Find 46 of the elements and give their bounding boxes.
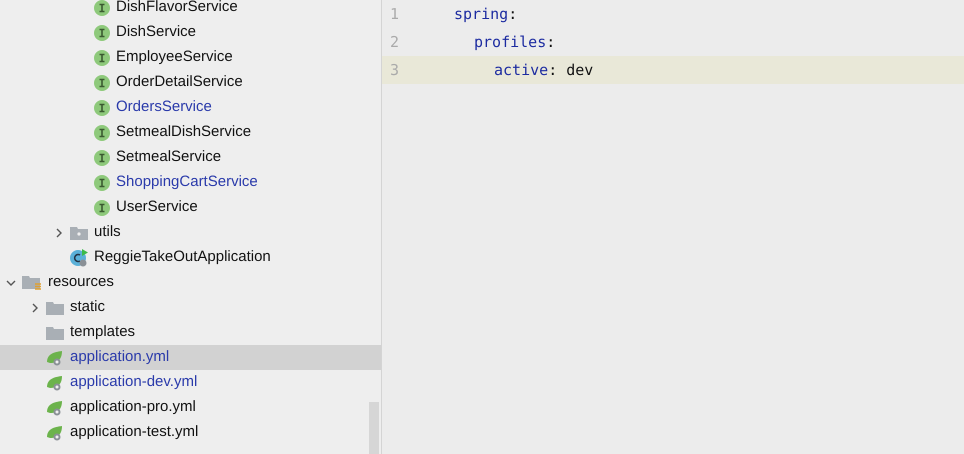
package-folder-icon [70, 226, 88, 240]
line-number: 3 [389, 60, 400, 81]
interface-icon [94, 0, 110, 16]
tree-item[interactable]: templates [0, 320, 381, 345]
tree-item[interactable]: SetmealService [0, 145, 381, 170]
folder-icon [46, 326, 64, 340]
chevron-down-icon[interactable] [6, 278, 16, 288]
interface-icon [94, 174, 110, 190]
tree-item[interactable]: application-pro.yml [0, 395, 381, 420]
tree-item[interactable]: utils [0, 220, 381, 245]
interface-icon [94, 24, 110, 40]
tree-item[interactable]: ShoppingCartService [0, 170, 381, 195]
tree-item[interactable]: UserService [0, 195, 381, 220]
scrollbar[interactable] [369, 402, 379, 454]
tree-item[interactable]: EmployeeService [0, 45, 381, 70]
spring-leaf-icon [46, 400, 64, 416]
class-run-icon [70, 248, 88, 266]
code-text: active: dev [493, 60, 594, 81]
tree-item[interactable]: resources [0, 270, 381, 295]
tree-item[interactable]: SetmealDishService [0, 120, 381, 145]
tree-item[interactable]: application.yml [0, 345, 381, 370]
spring-leaf-icon [46, 374, 64, 390]
folder-icon [46, 300, 64, 314]
tree-item[interactable]: application-test.yml [0, 420, 381, 445]
interface-icon [94, 50, 110, 66]
tree-item[interactable]: OrdersService [0, 95, 381, 120]
chevron-right-icon[interactable] [30, 302, 40, 312]
tree-item[interactable]: ReggieTakeOutApplication [0, 245, 381, 270]
code-text: spring: [453, 4, 518, 25]
interface-icon [94, 74, 110, 90]
tree-item[interactable]: DishFlavorService [0, 0, 381, 20]
tree-item[interactable]: application-dev.yml [0, 370, 381, 395]
interface-icon [94, 200, 110, 216]
interface-icon [94, 100, 110, 116]
chevron-right-icon[interactable] [54, 228, 64, 238]
tree-item[interactable]: DishService [0, 20, 381, 45]
interface-icon [94, 150, 110, 166]
spring-leaf-icon [46, 424, 64, 440]
line-number: 1 [389, 4, 400, 25]
code-text: profiles: [473, 32, 556, 53]
spring-leaf-icon [46, 350, 64, 366]
line-number: 2 [389, 32, 400, 53]
tree-item[interactable]: static [0, 295, 381, 320]
interface-icon [94, 124, 110, 140]
resources-folder-icon [22, 274, 42, 290]
tree-item[interactable]: OrderDetailService [0, 70, 381, 95]
